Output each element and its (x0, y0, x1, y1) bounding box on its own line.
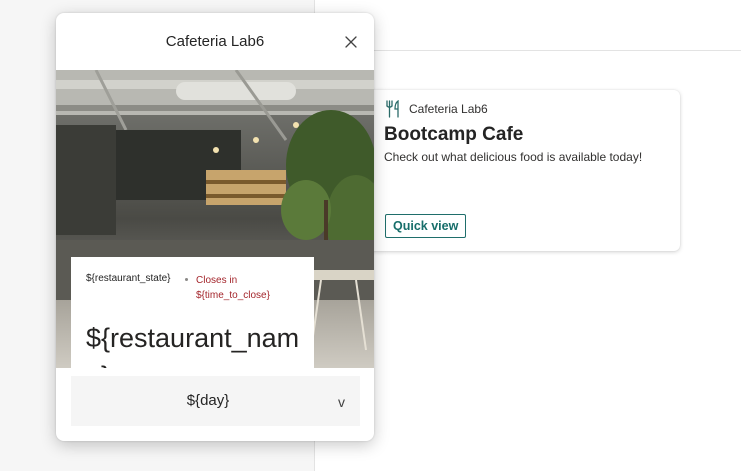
restaurant-name: ${restaurant_name} (86, 323, 300, 368)
day-dropdown[interactable]: ${day} v (71, 376, 360, 426)
cafe-interior-photo: ${restaurant_state} Closes in ${time_to_… (56, 70, 374, 368)
closes-label: Closes in (196, 275, 238, 286)
horizontal-divider (315, 50, 741, 51)
restaurant-info-box: ${restaurant_state} Closes in ${time_to_… (71, 257, 314, 368)
fork-knife-icon (386, 100, 399, 118)
close-icon[interactable] (343, 34, 359, 50)
card-app-name: Cafeteria Lab6 (409, 102, 488, 116)
card-header: Cafeteria Lab6 (386, 100, 488, 118)
separator-dot (185, 278, 188, 281)
restaurant-card: Cafeteria Lab6 Bootcamp Cafe Check out w… (368, 90, 680, 251)
closing-time: Closes in ${time_to_close} (196, 273, 311, 303)
day-value: ${day} (186, 392, 230, 409)
card-title: Bootcamp Cafe (384, 124, 524, 145)
chevron-down-icon: v (338, 394, 345, 410)
dialog-title: Cafeteria Lab6 (165, 33, 265, 50)
quick-view-button[interactable]: Quick view (385, 214, 467, 238)
card-description: Check out what delicious food is availab… (384, 150, 643, 164)
restaurant-state: ${restaurant_state} (86, 273, 171, 284)
quick-view-dialog: Cafeteria Lab6 ${restaurant_state} Close… (56, 13, 374, 441)
time-to-close: ${time_to_close} (196, 290, 270, 301)
